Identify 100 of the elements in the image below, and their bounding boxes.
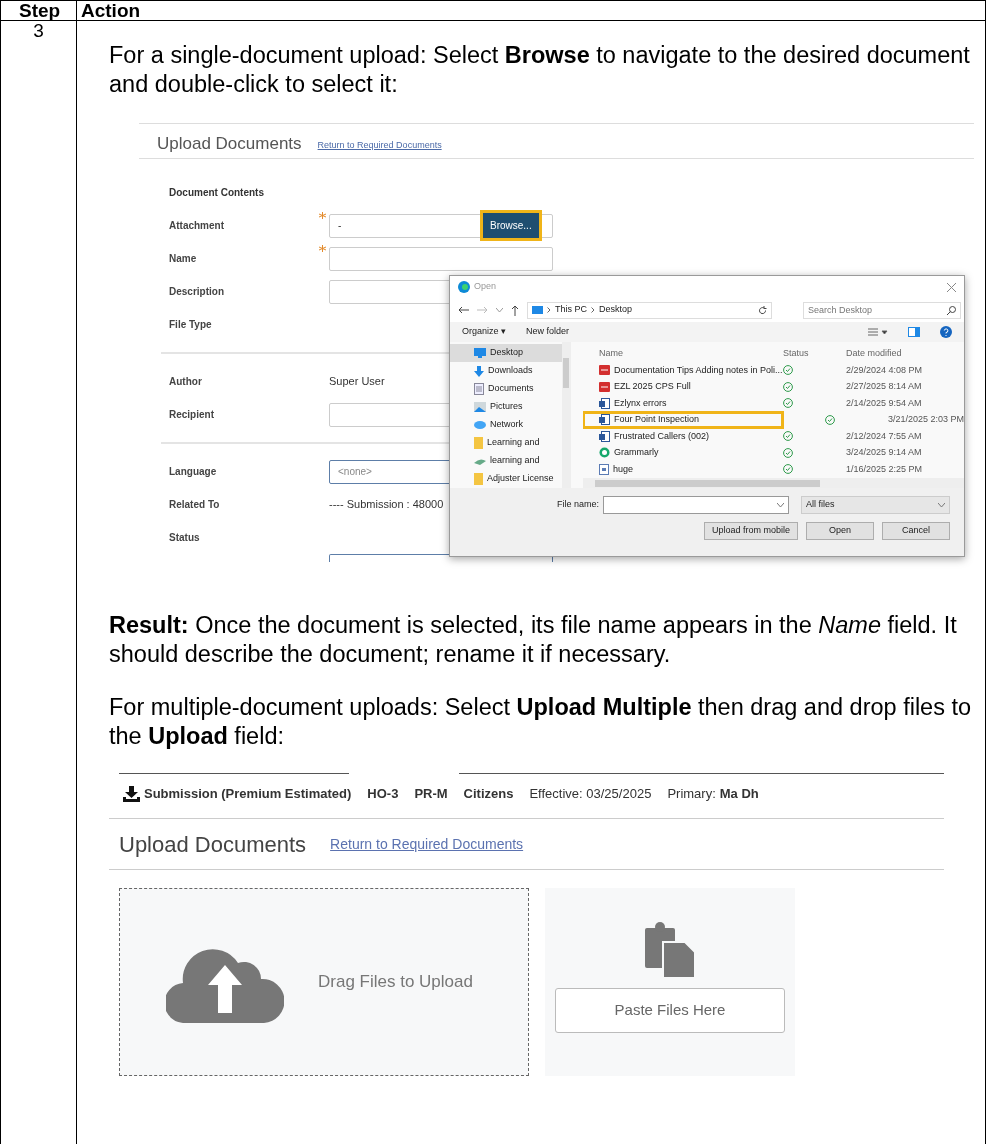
file-name[interactable]: Frustrated Callers (002) xyxy=(582,428,783,445)
search-icon xyxy=(947,305,956,315)
file-name-field[interactable] xyxy=(603,496,790,514)
sidebar-item[interactable]: Desktop xyxy=(450,344,563,362)
date-modified: 2/29/2024 4:08 PM xyxy=(845,363,922,377)
header-text: PR-M xyxy=(414,785,448,804)
file-name[interactable]: Documentation Tips Adding notes in Poli... xyxy=(582,362,783,379)
path-segment[interactable]: This PC xyxy=(555,303,587,317)
file-type-dropdown[interactable]: All files xyxy=(801,496,951,514)
browse-button[interactable]: Browse... xyxy=(483,213,539,238)
date-modified: 3/24/2025 9:14 AM xyxy=(845,446,922,459)
paste-files-button[interactable]: Paste Files Here xyxy=(555,988,785,1033)
header-text: Effective: 03/25/2025 xyxy=(529,785,652,804)
swirl-icon xyxy=(598,447,610,459)
close-icon[interactable] xyxy=(947,282,956,292)
preview-pane-icon[interactable] xyxy=(908,327,920,337)
file-name[interactable]: Grammarly xyxy=(582,444,783,461)
dialog-button[interactable]: Upload from mobile xyxy=(704,522,798,540)
field-label: Attachment xyxy=(169,219,225,233)
sync-check-icon xyxy=(782,431,793,442)
organize-menu[interactable]: Organize ▾ xyxy=(462,325,507,339)
download-icon xyxy=(123,786,140,802)
step-number: 3 xyxy=(33,21,44,43)
field-label: Related To xyxy=(169,498,221,512)
file-name[interactable]: Four Point Inspection xyxy=(582,411,783,428)
sidebar-item[interactable]: Documents xyxy=(450,380,563,398)
picture-icon xyxy=(474,402,486,412)
back-arrow-icon[interactable] xyxy=(458,306,469,314)
file-name[interactable]: huge xyxy=(582,461,783,478)
header-text: Ma Dh xyxy=(719,785,759,804)
document-file-icon xyxy=(598,414,610,426)
dialog-title: Open xyxy=(474,280,497,294)
bird-icon xyxy=(474,457,486,465)
browser-logo-icon xyxy=(458,281,470,293)
date-modified: 2/27/2025 8:14 AM xyxy=(845,380,922,393)
instruction-text: For a single-document upload: Select Browse to navigate to the desired document and double-click to select it: xyxy=(109,41,971,99)
path-segment[interactable]: Desktop xyxy=(599,303,633,317)
text-field[interactable] xyxy=(329,246,553,271)
up-arrow-icon[interactable] xyxy=(511,304,519,316)
document-file-icon xyxy=(598,397,610,409)
view-options-icon[interactable] xyxy=(868,327,888,337)
sync-check-icon xyxy=(782,447,793,458)
field-value: ---- Submission : 48000 xyxy=(329,497,444,513)
column-header[interactable]: Date modified xyxy=(845,346,902,360)
network-icon xyxy=(474,420,486,430)
chevron-right-icon xyxy=(547,307,551,313)
dialog-button[interactable]: Open xyxy=(806,522,874,540)
field-label: File Type xyxy=(169,318,213,332)
field-label: Description xyxy=(169,285,225,299)
sidebar-item[interactable]: Network xyxy=(450,416,563,434)
header-text: Primary: xyxy=(667,785,716,804)
clipboard-icon xyxy=(645,922,695,978)
drop-zone-label: Drag Files to Upload xyxy=(318,971,473,994)
date-modified: 1/16/2025 2:25 PM xyxy=(845,462,922,476)
refresh-icon[interactable] xyxy=(758,305,767,315)
file-name[interactable]: EZL 2025 CPS Full xyxy=(582,378,783,395)
field-label: Status xyxy=(169,531,201,545)
document-icon xyxy=(474,383,484,395)
chevron-down-icon[interactable] xyxy=(496,307,503,313)
chevron-down-icon xyxy=(777,502,785,508)
date-modified: 2/14/2025 9:54 AM xyxy=(845,396,922,410)
section-heading: Document Contents xyxy=(169,186,265,200)
return-link[interactable]: Return to Required Documents xyxy=(317,138,442,152)
new-folder-button[interactable]: New folder xyxy=(526,325,570,339)
date-modified: 2/12/2024 7:55 AM xyxy=(845,429,922,443)
horizontal-scrollbar[interactable] xyxy=(582,478,964,488)
forward-arrow-icon[interactable] xyxy=(477,306,488,314)
address-bar[interactable]: This PC Desktop xyxy=(527,301,772,319)
document-file-icon xyxy=(598,430,610,442)
header-text: HO-3 xyxy=(367,785,399,804)
sync-check-icon xyxy=(782,381,793,392)
return-link[interactable]: Return to Required Documents xyxy=(330,833,524,855)
chevron-right-icon xyxy=(591,307,595,313)
page-title: Upload Documents xyxy=(119,830,307,859)
pdf-file-icon xyxy=(598,381,610,392)
field-label: Language xyxy=(169,465,218,479)
column-header[interactable]: Name xyxy=(582,346,783,360)
search-field[interactable]: Search Desktop xyxy=(803,301,961,319)
sidebar-item[interactable]: Learning and xyxy=(450,434,563,452)
dialog-button[interactable]: Cancel xyxy=(882,522,950,540)
sidebar-item[interactable]: Pictures xyxy=(450,398,563,416)
column-header[interactable]: Status xyxy=(782,346,846,360)
sync-check-icon xyxy=(782,398,793,409)
sync-check-icon xyxy=(824,414,835,425)
file-icon xyxy=(598,463,609,475)
date-modified: 3/21/2025 2:03 PM xyxy=(887,413,964,426)
file-name[interactable]: Ezlynx errors xyxy=(582,395,783,412)
column-header: Action xyxy=(80,1,142,20)
result-text: Result: Once the document is selected, its file name appears in the Name field. It should describe the document; rename it if necessary. xyxy=(109,611,958,669)
sync-check-icon xyxy=(782,464,793,475)
sidebar-item[interactable]: Downloads xyxy=(450,362,563,380)
drop-zone[interactable]: Drag Files to Upload xyxy=(119,888,529,1076)
column-header: Step xyxy=(1,1,77,20)
field-value: Super User xyxy=(329,374,385,390)
monitor-icon xyxy=(532,306,543,314)
help-icon[interactable] xyxy=(940,326,952,338)
field-label: Recipient xyxy=(169,408,215,422)
file-name-label: File name: xyxy=(557,498,600,512)
page-title: Upload Documents xyxy=(157,135,302,152)
scrollbar[interactable] xyxy=(562,342,571,488)
